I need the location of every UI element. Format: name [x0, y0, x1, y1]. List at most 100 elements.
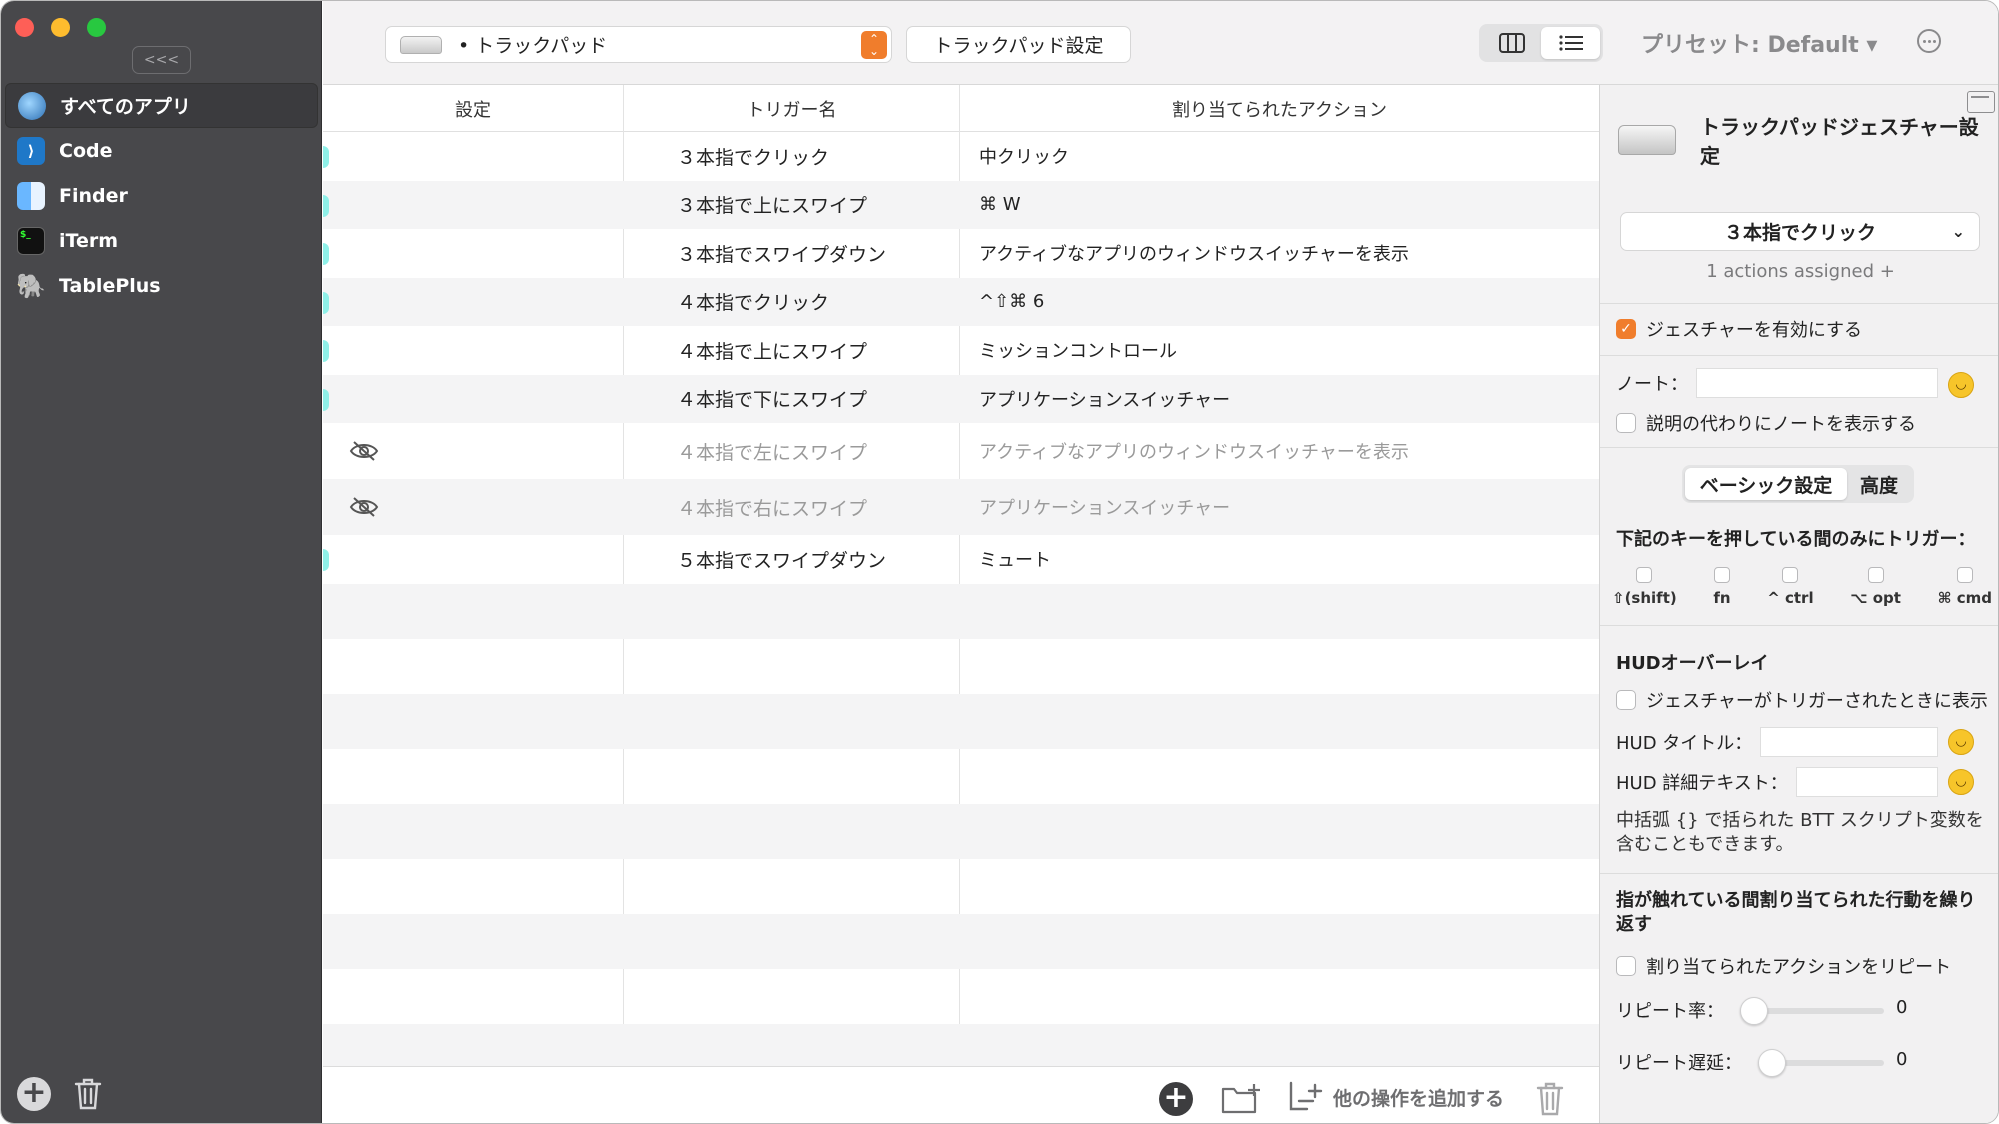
tab-basic[interactable]: ベーシック設定	[1685, 468, 1847, 500]
repeat-action-row: 割り当てられたアクションをリピート	[1616, 953, 1951, 979]
add-app-button[interactable]: +	[17, 1077, 51, 1111]
column-header-trigger[interactable]: トリガー名	[623, 85, 959, 132]
hud-title-field[interactable]	[1760, 727, 1939, 757]
column-view-button[interactable]	[1482, 27, 1541, 59]
modifier-checkbox[interactable]	[1713, 567, 1730, 583]
sidebar-item-finder[interactable]: Finder	[5, 173, 318, 218]
table-footer: + 他の操作を追加する	[323, 1066, 1599, 1123]
table-row[interactable]: ３本指で上にスワイプ ⌘ W	[323, 180, 1599, 229]
table-row[interactable]: ４本指で左にスワイプ アクティブなアプリのウィンドウスイッチャーを表示	[323, 423, 1599, 479]
column-header-setting[interactable]: 設定	[323, 85, 623, 132]
preset-menu[interactable]: プリセット: Default ▾	[1641, 27, 1877, 59]
add-trigger-button[interactable]: +	[1159, 1082, 1193, 1116]
trigger-name-cell: ４本指で上にスワイプ	[677, 340, 868, 363]
add-other-action-button[interactable]: 他の操作を追加する	[1287, 1081, 1504, 1113]
repeat-rate-slider[interactable]	[1740, 997, 1884, 1025]
trackpad-settings-button[interactable]: トラックパッド設定	[906, 26, 1131, 63]
note-section: ノート： ◡ 説明の代わりにノートを表示する	[1600, 356, 1998, 448]
modifier-label: fn	[1713, 589, 1731, 607]
enabled-marker	[323, 549, 329, 571]
slider-knob[interactable]	[1758, 1049, 1786, 1077]
table-row[interactable]: ４本指で右にスワイプ アプリケーションスイッチャー	[323, 479, 1599, 535]
emoji-picker-icon[interactable]: ◡	[1948, 769, 1974, 795]
modifier-checkbox[interactable]	[1782, 567, 1799, 583]
hidden-eye-icon[interactable]	[349, 496, 379, 518]
hud-show-checkbox[interactable]	[1616, 690, 1636, 710]
note-field[interactable]	[1696, 368, 1938, 398]
empty-row	[323, 803, 1599, 859]
finder-icon	[17, 181, 45, 210]
table-row[interactable]: ３本指でスワイプダウン アクティブなアプリのウィンドウスイッチャーを表示	[323, 229, 1599, 278]
hud-detail-field[interactable]	[1795, 767, 1938, 797]
more-icon[interactable]	[1917, 29, 1941, 53]
repeat-delay-slider[interactable]	[1758, 1049, 1884, 1077]
enabled-marker	[323, 388, 329, 411]
enable-gesture-checkbox[interactable]: ✓	[1616, 319, 1636, 339]
modifier-opt[interactable]: ⌥ opt	[1850, 567, 1901, 607]
repeat-heading: 指が触れている間割り当てられた行動を繰り返す	[1616, 890, 1976, 935]
trackpad-icon	[1618, 125, 1676, 155]
hud-title-label: HUD タイトル：	[1616, 733, 1753, 754]
slider-knob[interactable]	[1740, 997, 1768, 1025]
emoji-picker-icon[interactable]: ◡	[1948, 729, 1974, 755]
modifier-ctrl[interactable]: ^ ctrl	[1767, 567, 1814, 607]
inspector-header: トラックパッドジェスチャー設定 ３本指でクリック ⌄ 1 actions ass…	[1600, 85, 1998, 304]
table-row[interactable]: ３本指でクリック 中クリック	[323, 132, 1599, 181]
action-cell: ミュート	[979, 550, 1051, 572]
empty-row	[323, 969, 1599, 1024]
repeat-action-checkbox[interactable]	[1616, 956, 1636, 976]
trash-icon[interactable]	[73, 1077, 103, 1111]
modifier-cmd[interactable]: ⌘ cmd	[1938, 567, 1992, 607]
modifier-checkbox[interactable]	[1956, 567, 1973, 583]
table-body: ３本指でクリック 中クリック ３本指で上にスワイプ ⌘ W ３本指でスワイプダウン アクテ…	[323, 132, 1599, 1066]
modifier-checkbox[interactable]	[1636, 567, 1653, 583]
table-row[interactable]: ５本指でスワイプダウン ミュート	[323, 535, 1599, 584]
modifier-shift[interactable]: ⇧(shift)	[1612, 567, 1677, 607]
add-folder-icon[interactable]	[1221, 1083, 1261, 1115]
hud-note: 中括弧 {} で括られた BTT スクリプト変数を含むこともできます。	[1616, 810, 1984, 855]
table-row[interactable]: ４本指で下にスワイプ アプリケーションスイッチャー	[323, 374, 1599, 423]
modifier-heading: 下記のキーを押している間のみにトリガー：	[1616, 529, 1976, 550]
repeat-rate-label: リピート率：	[1616, 1001, 1724, 1022]
emoji-picker-icon[interactable]: ◡	[1948, 372, 1974, 398]
sidebar-item-iterm[interactable]: $_ iTerm	[5, 218, 318, 263]
actions-assigned-link[interactable]: 1 actions assigned +	[1600, 261, 1998, 282]
repeat-delay-value: 0	[1896, 1049, 1908, 1070]
action-cell: ミッションコントロール	[979, 341, 1177, 363]
sidebar-item-tableplus[interactable]: 🐘 TablePlus	[5, 263, 318, 308]
device-select[interactable]: • トラックパッド ⌃ ⌄	[385, 26, 892, 63]
enable-gesture-row: ✓ ジェスチャーを有効にする	[1616, 316, 1862, 342]
trigger-name-cell: ３本指で上にスワイプ	[677, 195, 868, 218]
table-row[interactable]: ４本指でクリック ^⇧⌘ 6	[323, 277, 1599, 326]
modifier-fn[interactable]: fn	[1713, 567, 1731, 607]
table-row[interactable]: ４本指で上にスワイプ ミッションコントロール	[323, 326, 1599, 375]
list-view-button[interactable]	[1541, 27, 1600, 59]
vscode-icon: ⟩	[17, 136, 45, 165]
empty-row	[323, 1023, 1599, 1066]
trigger-name-cell: ４本指で下にスワイプ	[677, 389, 868, 412]
sidebar-item-code[interactable]: ⟩ Code	[5, 128, 318, 173]
minimize-window-button[interactable]	[51, 18, 70, 37]
show-note-checkbox[interactable]	[1616, 413, 1636, 433]
sidebar-item-all-apps[interactable]: すべてのアプリ	[5, 83, 318, 128]
tab-advanced[interactable]: 高度	[1847, 468, 1911, 500]
modifier-checkbox[interactable]	[1867, 567, 1884, 583]
gesture-select[interactable]: ３本指でクリック ⌄	[1620, 212, 1980, 251]
repeat-rate-value: 0	[1896, 997, 1908, 1018]
sidebar: <<< すべてのアプリ ⟩ Code Finder $_ iTerm 🐘 Tab…	[1, 1, 322, 1123]
collapse-sidebar-button[interactable]: <<<	[132, 46, 191, 74]
hidden-eye-icon[interactable]	[349, 440, 379, 462]
column-header-action[interactable]: 割り当てられたアクション	[959, 85, 1599, 132]
modifier-label: ⌥ opt	[1850, 589, 1901, 607]
enabled-marker	[323, 146, 329, 168]
empty-row	[323, 639, 1599, 694]
sidebar-item-label: Code	[59, 139, 113, 162]
trash-icon[interactable]	[1535, 1081, 1565, 1117]
zoom-window-button[interactable]	[87, 18, 106, 37]
trigger-name-cell: ４本指で右にスワイプ	[677, 497, 868, 520]
window-icon[interactable]	[1967, 91, 1995, 113]
device-select-label: • トラックパッド	[458, 35, 608, 57]
close-window-button[interactable]	[15, 18, 34, 37]
hud-heading: HUDオーバーレイ	[1616, 653, 1769, 674]
trigger-name-cell: ３本指でクリック	[677, 146, 830, 169]
